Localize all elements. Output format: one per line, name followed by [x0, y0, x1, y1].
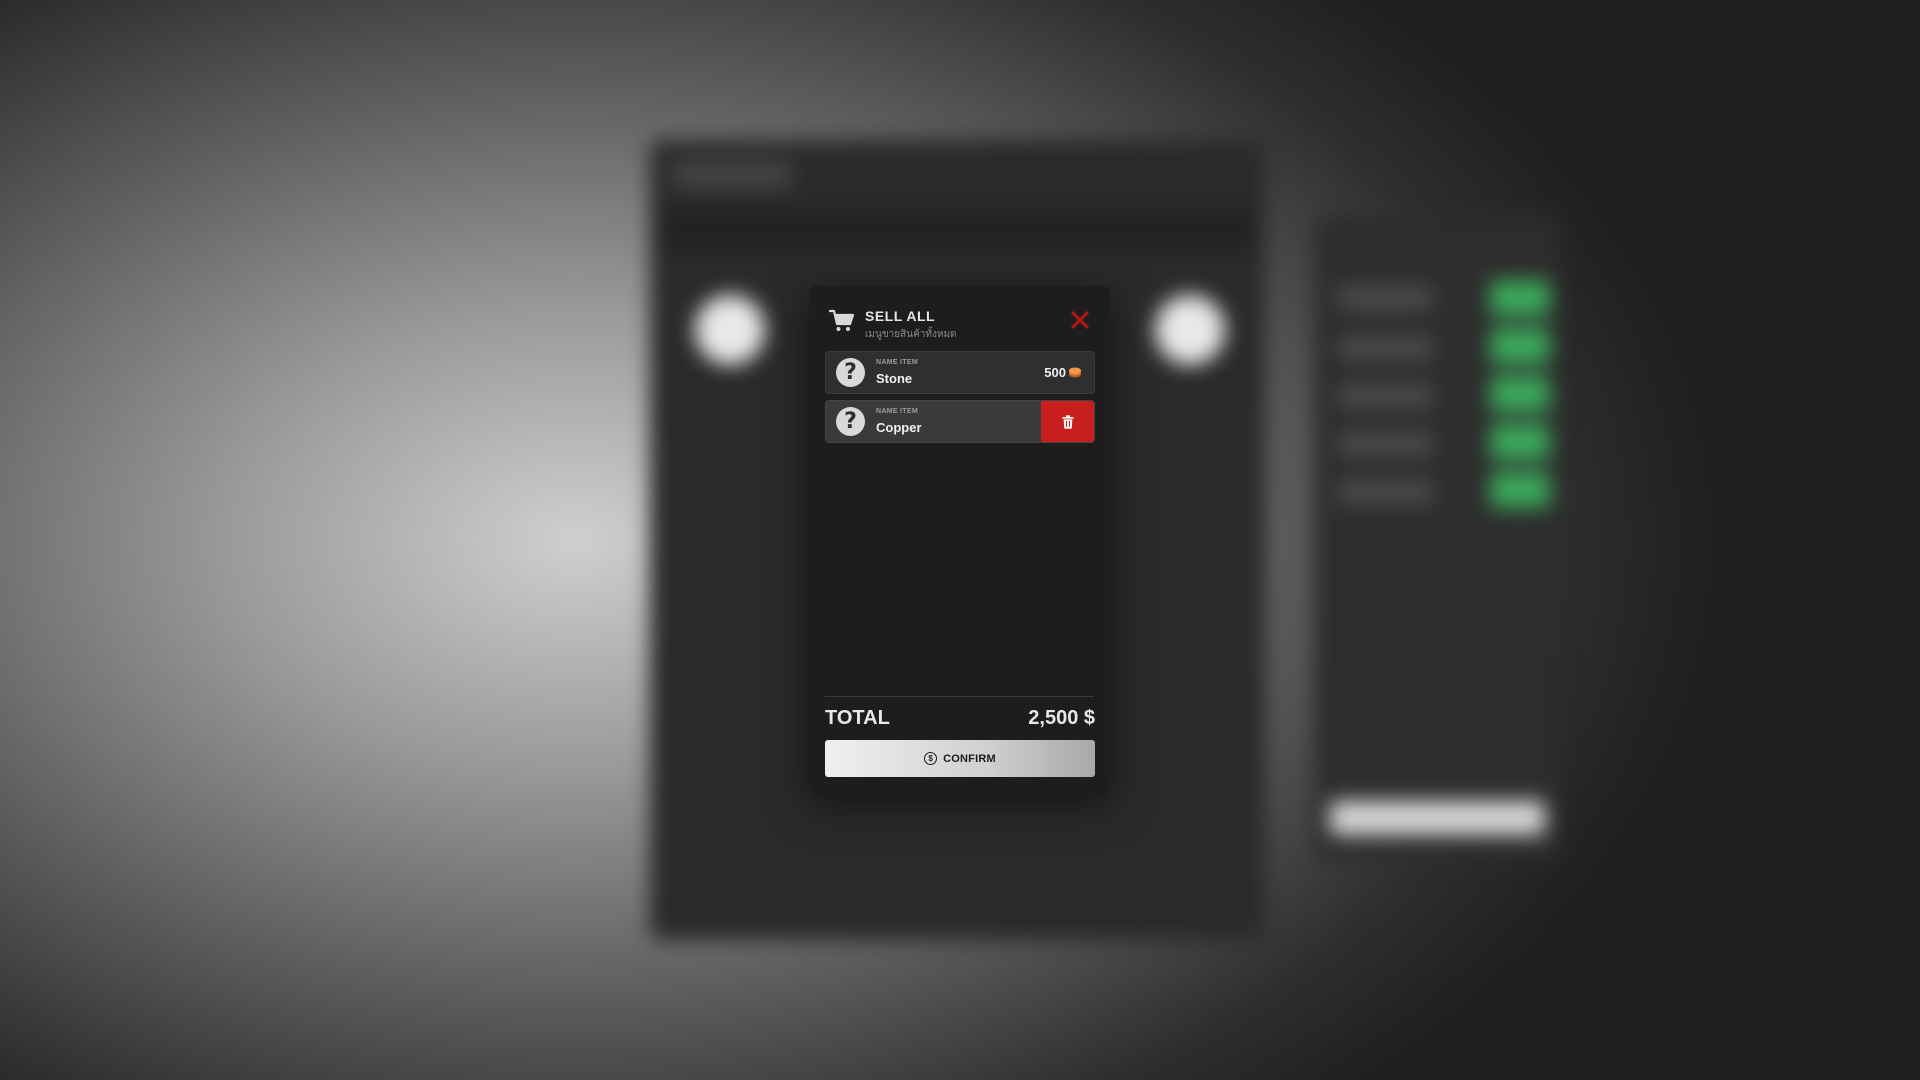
trash-icon — [1062, 414, 1073, 429]
confirm-button[interactable]: $ CONFIRM — [825, 740, 1095, 777]
item-caption: NAME ITEM — [876, 359, 918, 366]
background-side-row — [1335, 479, 1435, 505]
item-name: Copper — [876, 420, 922, 435]
divider — [825, 696, 1094, 697]
dialog-subtitle: เมนูขายสินค้าทั้งหมด — [865, 329, 957, 340]
item-name: Stone — [876, 371, 913, 386]
background-side-footer-button — [1330, 801, 1545, 835]
dialog-title: SELL ALL — [865, 308, 936, 324]
list-item[interactable]: ? NAME ITEM Copper — [825, 400, 1095, 443]
background-side-button — [1490, 376, 1550, 412]
background-side-row — [1335, 335, 1435, 361]
confirm-label: CONFIRM — [943, 752, 996, 765]
coin-icon — [1069, 367, 1081, 378]
close-icon[interactable] — [1068, 308, 1092, 332]
dollar-circle-icon: $ — [924, 752, 938, 765]
background-orb — [1155, 295, 1225, 365]
background-side-button — [1490, 328, 1550, 364]
background-side-button — [1490, 424, 1550, 460]
item-avatar: ? — [836, 358, 865, 387]
background-orb — [695, 295, 765, 365]
cart-icon — [829, 309, 855, 331]
background-side-button — [1490, 472, 1550, 508]
background-side-row — [1335, 431, 1435, 457]
total-label: TOTAL — [825, 707, 890, 729]
sell-all-dialog: SELL ALL เมนูขายสินค้าทั้งหมด ? NAME ITE… — [809, 286, 1110, 794]
total-value: 2,500 $ — [1028, 707, 1095, 729]
background-side-panel — [1315, 215, 1560, 860]
background-side-button — [1490, 280, 1550, 316]
item-caption: NAME ITEM — [876, 408, 918, 415]
delete-item-button[interactable] — [1041, 401, 1094, 442]
background-side-row — [1335, 383, 1435, 409]
background-side-row — [1335, 285, 1435, 311]
item-avatar: ? — [836, 407, 865, 436]
background-strip — [660, 210, 1255, 250]
dialog-header: SELL ALL เมนูขายสินค้าทั้งหมด — [829, 304, 1090, 344]
background-header — [672, 160, 792, 188]
item-price: 500 — [1044, 365, 1066, 380]
list-item[interactable]: ? NAME ITEM Stone 500 — [825, 351, 1095, 394]
